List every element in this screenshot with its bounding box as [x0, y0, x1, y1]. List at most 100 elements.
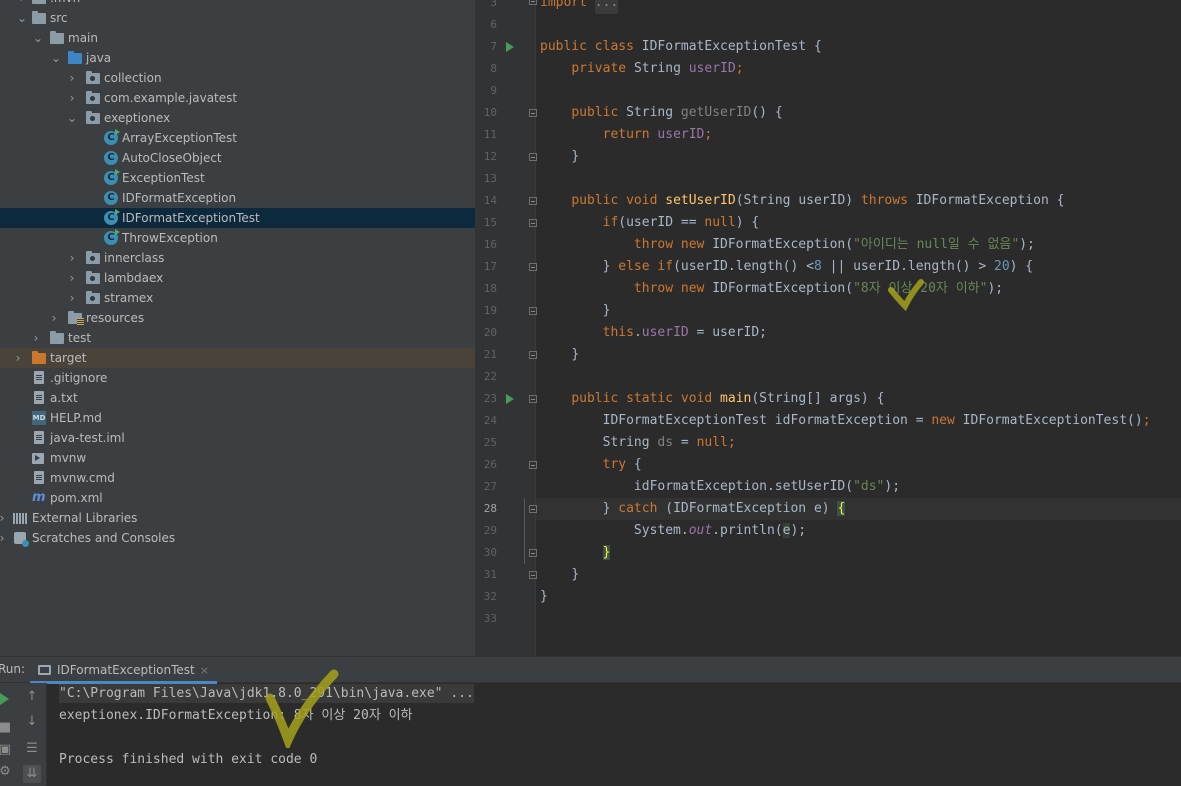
- tree-item-java-test-iml[interactable]: java-test.iml: [0, 428, 475, 448]
- folded-imports[interactable]: ...: [594, 0, 619, 14]
- code-line[interactable]: }: [540, 564, 579, 586]
- down-arrow-icon[interactable]: ↓: [23, 713, 41, 731]
- code-line[interactable]: public void setUserID(String userID) thr…: [540, 190, 1064, 212]
- chevron-right-icon[interactable]: ›: [16, 0, 28, 8]
- wrench-icon[interactable]: ⚙: [0, 763, 14, 781]
- chevron-right-icon[interactable]: ›: [66, 88, 78, 108]
- code-line[interactable]: throw new IDFormatException("아이디는 null일 …: [540, 234, 1035, 256]
- fold-icon[interactable]: [529, 109, 537, 117]
- fold-icon[interactable]: [529, 263, 537, 271]
- tree-item-gitignore[interactable]: .gitignore: [0, 368, 475, 388]
- tree-item-idformatexceptiontest[interactable]: C IDFormatExceptionTest: [0, 208, 475, 228]
- tree-item-mvn[interactable]: › .mvn: [0, 0, 475, 8]
- tree-item-test[interactable]: › test: [0, 328, 475, 348]
- run-gutter-icon[interactable]: [506, 42, 514, 52]
- tree-item-stramex[interactable]: › stramex: [0, 288, 475, 308]
- chevron-right-icon[interactable]: ›: [66, 248, 78, 268]
- code-line[interactable]: return userID;: [540, 124, 713, 146]
- code-line[interactable]: } else if(userID.length() <8 || userID.l…: [540, 256, 1034, 278]
- token: throws: [860, 193, 908, 208]
- code-line[interactable]: IDFormatExceptionTest idFormatException …: [540, 410, 1151, 432]
- code-line-current[interactable]: } catch (IDFormatException e) {: [540, 498, 846, 520]
- token: || userID.length() >: [829, 259, 987, 274]
- code-line[interactable]: }: [540, 542, 611, 564]
- fold-icon[interactable]: [529, 549, 537, 557]
- chevron-right-icon[interactable]: ›: [48, 308, 60, 328]
- tree-item-main[interactable]: ⌄ main: [0, 28, 475, 48]
- fold-icon[interactable]: [529, 505, 537, 513]
- tree-item-com-example-javatest[interactable]: › com.example.javatest: [0, 88, 475, 108]
- fold-icon[interactable]: [529, 395, 537, 403]
- camera-icon[interactable]: ▣: [0, 741, 14, 759]
- chevron-right-icon[interactable]: ›: [0, 528, 8, 548]
- up-arrow-icon[interactable]: ↑: [23, 688, 41, 706]
- code-line[interactable]: }: [540, 586, 548, 608]
- tree-item-exeptionex[interactable]: ⌄ exeptionex: [0, 108, 475, 128]
- run-tab-idformatexceptiontest[interactable]: IDFormatExceptionTest ×: [30, 657, 217, 684]
- tree-item-resources[interactable]: › resources: [0, 308, 475, 328]
- close-icon[interactable]: ×: [200, 664, 209, 677]
- tree-item-arrayexceptiontest[interactable]: C ArrayExceptionTest: [0, 128, 475, 148]
- chevron-right-icon[interactable]: ›: [30, 328, 42, 348]
- code-line[interactable]: try {: [540, 454, 642, 476]
- code-line[interactable]: throw new IDFormatException("8자 이상 20자 이…: [540, 278, 1003, 300]
- code-line[interactable]: public String getUserID() {: [540, 102, 782, 124]
- chevron-right-icon[interactable]: ›: [12, 348, 24, 368]
- fold-icon[interactable]: [529, 0, 537, 5]
- code-line[interactable]: public class IDFormatExceptionTest {: [540, 36, 822, 58]
- code-line[interactable]: }: [540, 300, 611, 322]
- tree-item-src[interactable]: ⌄ src: [0, 8, 475, 28]
- tree-item-mvnw-cmd[interactable]: mvnw.cmd: [0, 468, 475, 488]
- tree-item-a-txt[interactable]: a.txt: [0, 388, 475, 408]
- tree-item-autocloseobject[interactable]: C AutoCloseObject: [0, 148, 475, 168]
- code-line[interactable]: if(userID == null) {: [540, 212, 760, 234]
- tree-item-pom-xml[interactable]: m pom.xml: [0, 488, 475, 508]
- chevron-down-icon[interactable]: ⌄: [66, 108, 78, 128]
- fold-icon[interactable]: [529, 197, 537, 205]
- fold-icon[interactable]: [529, 219, 537, 227]
- scroll-to-end-icon[interactable]: ⇊: [23, 765, 41, 783]
- run-gutter-icon[interactable]: [506, 394, 514, 404]
- code-line[interactable]: }: [540, 146, 579, 168]
- tree-item-help-md[interactable]: MD HELP.md: [0, 408, 475, 428]
- fold-icon[interactable]: [529, 351, 537, 359]
- stop-icon[interactable]: ■: [0, 719, 14, 737]
- tree-item-innerclass[interactable]: › innerclass: [0, 248, 475, 268]
- rerun-icon[interactable]: [0, 693, 9, 705]
- code-editor[interactable]: 3 6 7 8 9 10 11 12 13 14 15 16 17 18 19 …: [475, 0, 1181, 656]
- code-line[interactable]: }: [540, 344, 579, 366]
- code-line[interactable]: String ds = null;: [540, 432, 736, 454]
- code-line[interactable]: private String userID;: [540, 58, 743, 80]
- chevron-right-icon[interactable]: ›: [66, 68, 78, 88]
- chevron-down-icon[interactable]: ⌄: [16, 8, 28, 28]
- tree-item-throwexception[interactable]: C ThrowException: [0, 228, 475, 248]
- fold-icon[interactable]: [529, 461, 537, 469]
- code-line[interactable]: this.userID = userID;: [540, 322, 767, 344]
- code-line[interactable]: idFormatException.setUserID("ds");: [540, 476, 900, 498]
- chevron-right-icon[interactable]: ›: [66, 268, 78, 288]
- tree-item-lambdaex[interactable]: › lambdaex: [0, 268, 475, 288]
- tree-item-idformatexception[interactable]: C IDFormatException: [0, 188, 475, 208]
- tree-item-external-libraries[interactable]: › External Libraries: [0, 508, 475, 528]
- java-class-icon: C: [104, 129, 120, 145]
- code-line[interactable]: public static void main(String[] args) {: [540, 388, 884, 410]
- tree-item-target[interactable]: › target: [0, 348, 475, 368]
- tree-item-scratches[interactable]: › Scratches and Consoles: [0, 528, 475, 548]
- tree-item-exceptiontest[interactable]: C ExceptionTest: [0, 168, 475, 188]
- line-number: 8: [490, 62, 497, 75]
- fold-icon[interactable]: [529, 571, 537, 579]
- soft-wrap-icon[interactable]: ☰: [23, 740, 41, 758]
- code-line[interactable]: import ...: [540, 0, 619, 14]
- chevron-down-icon[interactable]: ⌄: [50, 48, 62, 68]
- code-line[interactable]: System.out.println(e);: [540, 520, 806, 542]
- chevron-right-icon[interactable]: ›: [66, 288, 78, 308]
- tree-item-collection[interactable]: › collection: [0, 68, 475, 88]
- chevron-right-icon[interactable]: ›: [0, 508, 8, 528]
- tree-item-java[interactable]: ⌄ java: [0, 48, 475, 68]
- tree-item-mvnw[interactable]: mvnw: [0, 448, 475, 468]
- tab-title: IDFormatExceptionTest: [57, 663, 195, 677]
- fold-icon[interactable]: [529, 307, 537, 315]
- tree-item-label: main: [68, 31, 98, 45]
- fold-icon[interactable]: [529, 153, 537, 161]
- chevron-down-icon[interactable]: ⌄: [32, 28, 44, 48]
